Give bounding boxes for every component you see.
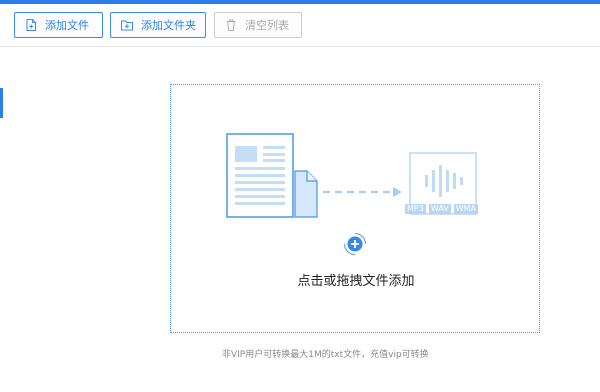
file-drop-zone[interactable]: MP3 WAV WMA 点击或拖拽文件添加 <box>170 84 540 333</box>
format-tag-wav: WAV <box>428 204 451 214</box>
add-folder-icon <box>120 18 134 32</box>
add-folder-button[interactable]: 添加文件夹 <box>110 12 206 38</box>
toolbar: 添加文件 添加文件夹 清空列表 <box>0 4 600 47</box>
vip-limit-hint: 非VIP用户可转换最大1M的txt文件，充值vip可转换 <box>222 350 429 360</box>
add-folder-label: 添加文件夹 <box>141 19 196 32</box>
output-format-tags: MP3 WAV WMA <box>405 204 479 214</box>
add-file-button[interactable]: 添加文件 <box>14 12 103 38</box>
document-icon <box>226 133 318 218</box>
trash-icon <box>224 18 238 32</box>
format-tag-wma: WMA <box>453 204 479 214</box>
clear-list-label: 清空列表 <box>245 19 289 32</box>
clear-list-button[interactable]: 清空列表 <box>214 12 302 38</box>
add-circle-icon[interactable] <box>342 231 368 257</box>
dashed-arrow-icon <box>323 187 402 197</box>
add-file-icon <box>24 18 38 32</box>
drop-zone-prompt: 点击或拖拽文件添加 <box>297 274 415 289</box>
left-accent-bar <box>0 88 3 118</box>
add-file-label: 添加文件 <box>45 19 89 32</box>
format-tag-mp3: MP3 <box>405 204 426 214</box>
